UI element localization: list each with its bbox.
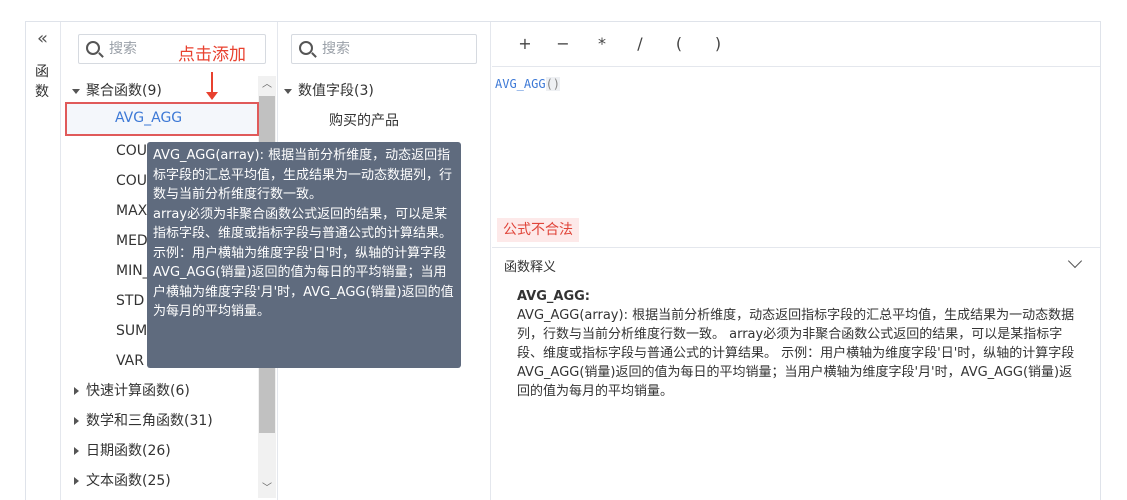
close-paren-button[interactable]: ) [710, 34, 726, 53]
formula-invalid-badge: 公式不合法 [497, 218, 579, 242]
scroll-up-arrow-icon[interactable]: ︿ [262, 80, 272, 90]
function-item[interactable]: COU [116, 166, 147, 196]
description-function-name: AVG_AGG: [517, 289, 591, 304]
function-item[interactable]: STD [116, 286, 144, 316]
caret-down-icon [72, 89, 80, 94]
description-header[interactable]: 函数释义 [492, 247, 1100, 279]
collapse-double-chevron-icon[interactable]: « [37, 30, 48, 48]
function-tooltip: AVG_AGG(array): 根据当前分析维度，动态返回指标字段的汇总平均值，… [147, 142, 461, 368]
caret-right-icon [74, 387, 79, 395]
chevron-down-icon[interactable] [1067, 253, 1083, 269]
formula-function-name: AVG_AGG [495, 77, 546, 91]
annotation-arrow-icon [206, 72, 218, 100]
function-item[interactable]: COU [116, 136, 147, 166]
group-date[interactable]: 日期函数(26) [72, 436, 171, 466]
field-search[interactable] [291, 34, 477, 64]
field-search-input[interactable] [322, 40, 442, 58]
function-item[interactable]: MIN_ [116, 256, 150, 286]
multiply-button[interactable]: * [594, 34, 610, 53]
field-group-label: 数值字段(3) [298, 83, 374, 99]
scroll-down-arrow-icon[interactable]: ﹀ [262, 484, 272, 494]
operator-toolbar: + − * / ( ) [492, 22, 1100, 66]
group-label: 快速计算函数(6) [86, 383, 190, 399]
formula-editor: + − * / ( ) AVG_AGG() 公式不合法 函数释义 AVG_AGG… [492, 22, 1100, 500]
minus-button[interactable]: − [555, 34, 571, 53]
function-item[interactable]: MAX [116, 196, 147, 226]
annotation-label: 点击添加 [178, 45, 246, 65]
function-item[interactable]: MED [116, 226, 148, 256]
caret-down-icon [284, 89, 292, 94]
group-label: 聚合函数(9) [86, 83, 162, 99]
formula-input-area[interactable]: AVG_AGG() [492, 66, 1100, 247]
group-label: 日期函数(26) [86, 443, 171, 459]
tooltip-text: AVG_AGG(array): 根据当前分析维度，动态返回指标字段的汇总平均值，… [153, 148, 454, 319]
description-body: AVG_AGG: AVG_AGG(array): 根据当前分析维度，动态返回指标… [517, 287, 1082, 401]
field-item[interactable]: 购买的产品 [329, 106, 399, 136]
function-item[interactable]: VAR [116, 346, 144, 376]
description-title: 函数释义 [504, 260, 557, 275]
group-label: 文本函数(25) [86, 473, 171, 489]
group-label: 数学和三角函数(31) [86, 413, 213, 429]
function-item-label: AVG_AGG [115, 110, 183, 126]
formula-text[interactable]: AVG_AGG() [495, 77, 561, 91]
formula-parens: () [545, 77, 561, 91]
group-text[interactable]: 文本函数(25) [72, 466, 171, 496]
open-paren-button[interactable]: ( [671, 34, 687, 53]
search-icon [86, 41, 100, 55]
plus-button[interactable]: + [517, 34, 533, 53]
caret-right-icon [74, 447, 79, 455]
divide-button[interactable]: / [632, 34, 648, 53]
search-icon [299, 41, 313, 55]
function-rail: « 函数 [26, 22, 61, 500]
group-math[interactable]: 数学和三角函数(31) [72, 406, 213, 436]
field-group-numeric[interactable]: 数值字段(3) [284, 76, 374, 106]
group-quick-calc[interactable]: 快速计算函数(6) [72, 376, 190, 406]
rail-label[interactable]: 函数 [35, 62, 53, 102]
caret-right-icon [74, 417, 79, 425]
description-text: AVG_AGG(array): 根据当前分析维度，动态返回指标字段的汇总平均值，… [517, 308, 1075, 399]
function-item[interactable]: SUM [116, 316, 147, 346]
function-item-selected[interactable]: AVG_AGG [65, 102, 259, 136]
caret-right-icon [74, 477, 79, 485]
